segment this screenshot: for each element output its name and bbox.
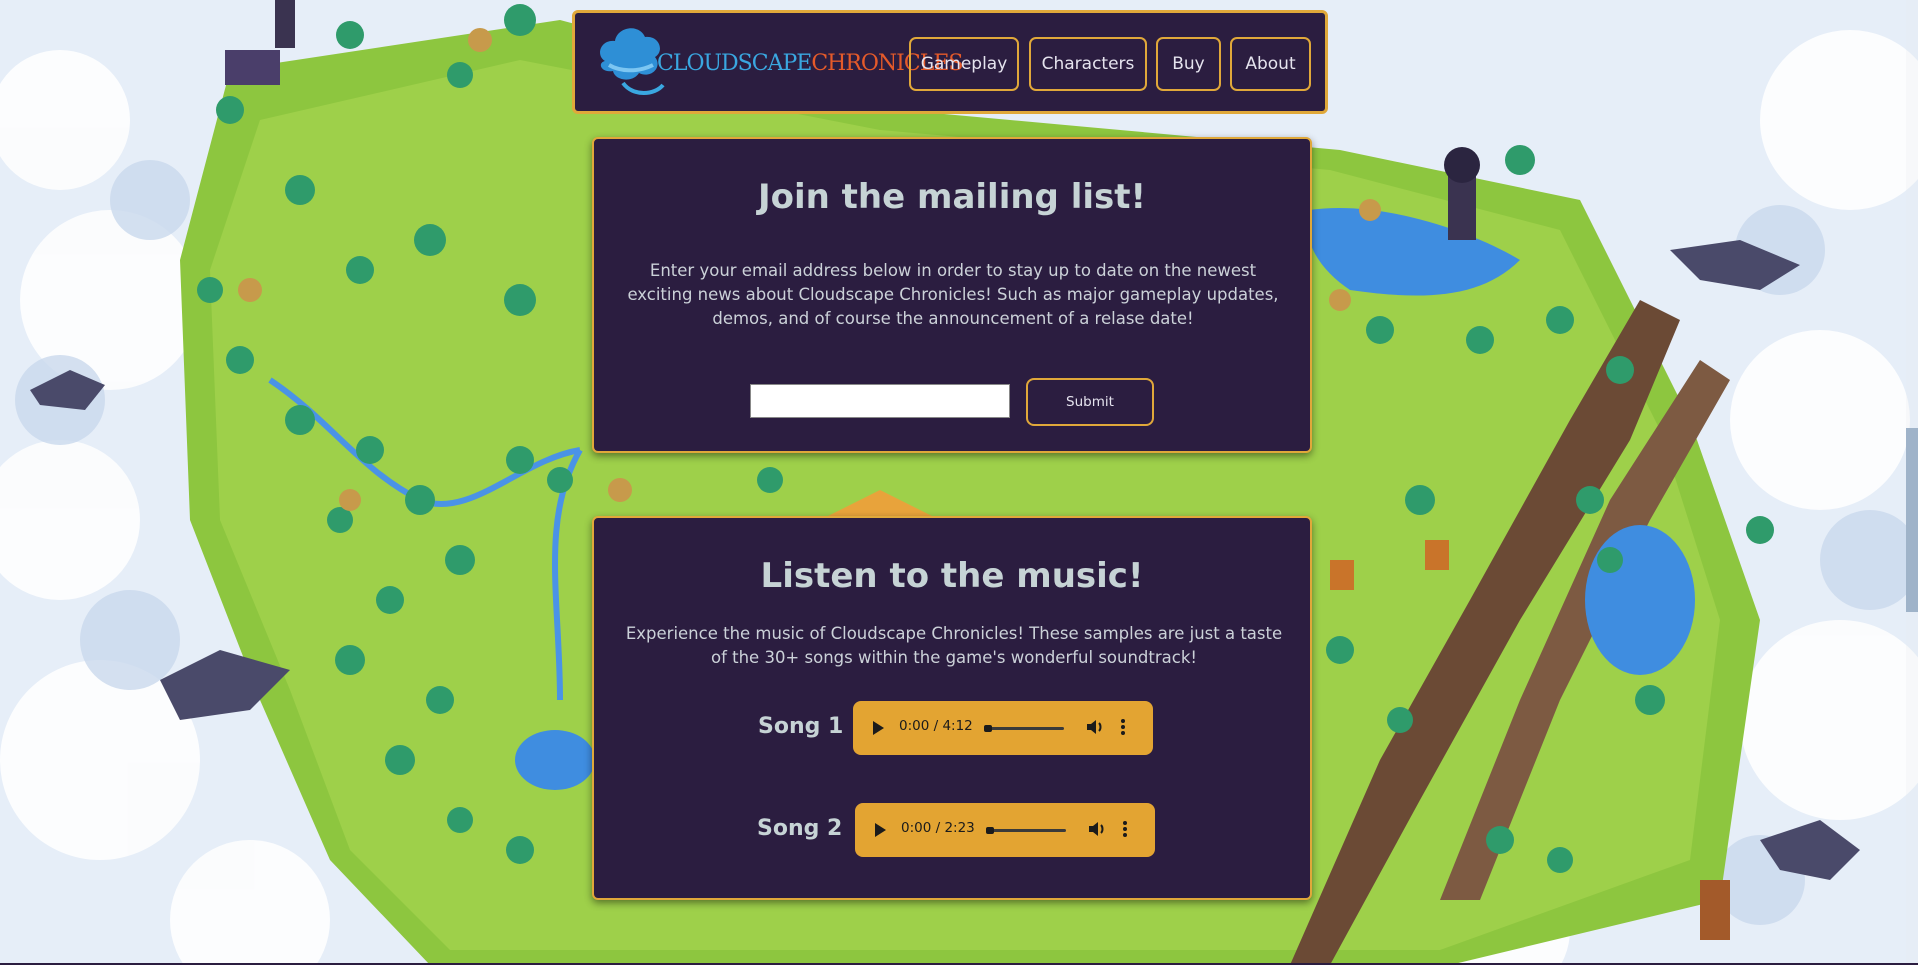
seek-handle[interactable]: [984, 725, 992, 732]
mailing-list-title: Join the mailing list!: [757, 177, 1147, 217]
scrollbar-thumb[interactable]: [1906, 428, 1918, 612]
nav-gameplay-button[interactable]: Gameplay: [909, 37, 1019, 91]
song-2-label: Song 2: [757, 816, 843, 841]
mailing-list-description: Enter your email address below in order …: [627, 261, 1279, 328]
song-1-time: 0:00 / 4:12: [899, 718, 973, 734]
more-options-icon[interactable]: [1121, 718, 1125, 736]
submit-button[interactable]: Submit: [1026, 378, 1154, 426]
play-icon[interactable]: [875, 823, 886, 837]
play-icon[interactable]: [873, 721, 884, 735]
seek-handle[interactable]: [986, 827, 994, 834]
nav-characters-button[interactable]: Characters: [1029, 37, 1147, 91]
seek-bar[interactable]: [986, 829, 1066, 832]
site-logo[interactable]: CLOUDSCAPECHRONICLES: [593, 21, 963, 105]
music-description: Experience the music of Cloudscape Chron…: [625, 624, 1283, 667]
more-options-icon[interactable]: [1123, 820, 1127, 838]
nav-about-button[interactable]: About: [1230, 37, 1311, 91]
top-navbar: CLOUDSCAPECHRONICLES Gameplay Characters…: [572, 10, 1328, 114]
volume-icon[interactable]: [1087, 819, 1107, 839]
song-2-time: 0:00 / 2:23: [901, 820, 975, 836]
song-1-label: Song 1: [758, 714, 844, 739]
nav-buy-button[interactable]: Buy: [1156, 37, 1221, 91]
volume-icon[interactable]: [1085, 717, 1105, 737]
song-1-audio-player[interactable]: 0:00 / 4:12: [853, 701, 1153, 755]
seek-bar[interactable]: [984, 727, 1064, 730]
email-input[interactable]: [750, 384, 1010, 418]
music-title: Listen to the music!: [760, 556, 1144, 596]
song-2-audio-player[interactable]: 0:00 / 2:23: [855, 803, 1155, 857]
